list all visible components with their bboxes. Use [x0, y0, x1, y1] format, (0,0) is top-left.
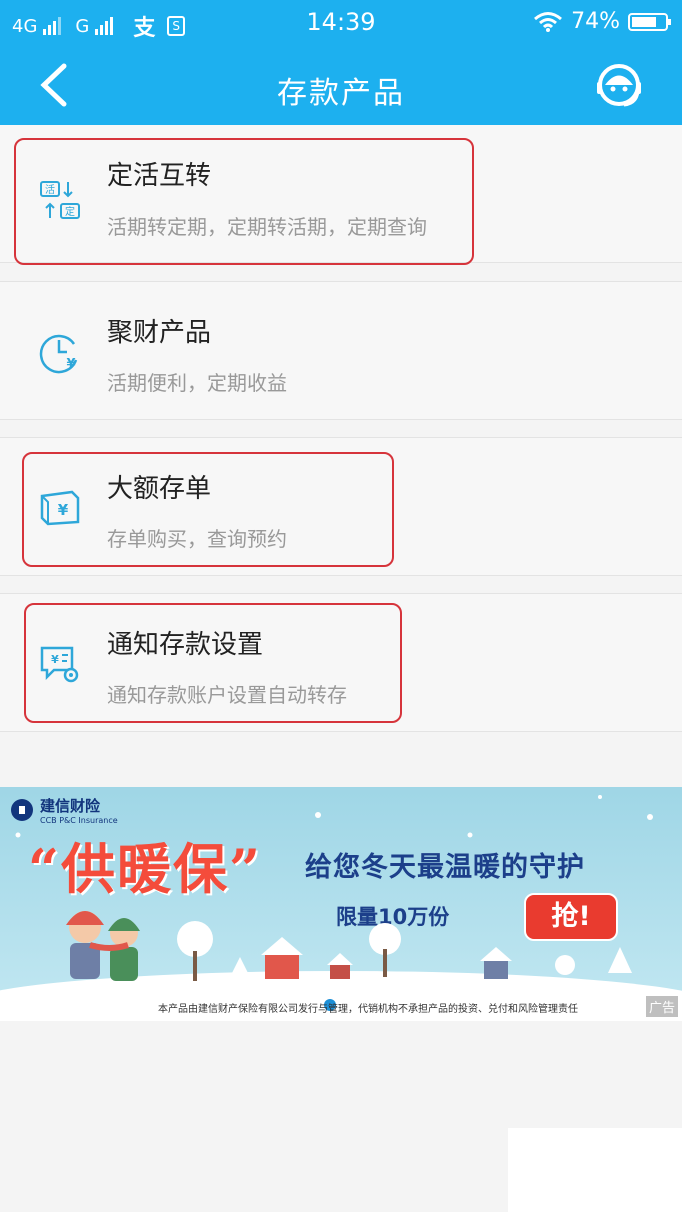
ad-tag: 广告	[645, 996, 678, 1017]
clock-yen-icon: ¥	[39, 334, 78, 374]
nav-bar: 存款产品	[0, 46, 682, 125]
highlight-box	[14, 138, 474, 265]
status-bar: 4G G 支 S 14:39 74%	[0, 0, 682, 46]
banner-disclaimer: 本产品由建信财产保险有限公司发行与管理，代销机构不承担产品的投资、兑付和风险管理…	[158, 1004, 578, 1015]
bottom-blank-area	[508, 1128, 682, 1212]
top-bar: 4G G 支 S 14:39 74% 存款产品	[0, 0, 682, 125]
item-subtitle: 活期便利，定期收益	[107, 371, 287, 395]
highlight-box	[22, 452, 394, 567]
winter-scene-illustration	[15, 795, 653, 981]
item-title: 聚财产品	[107, 318, 212, 348]
ad-banner[interactable]: 建信财险 CCB P&C Insurance “供暖保” 给您冬天最温暖的守护 …	[0, 787, 682, 1021]
highlight-box	[24, 603, 402, 723]
page-title: 存款产品	[277, 76, 405, 111]
battery-icon	[628, 12, 671, 31]
list-item-wealth-products[interactable]: ¥ 聚财产品 活期便利，定期收益	[0, 281, 682, 420]
customer-service-icon[interactable]	[594, 60, 644, 110]
wifi-icon	[534, 11, 563, 32]
svg-text:¥: ¥	[66, 357, 75, 372]
battery-percent: 74%	[571, 9, 620, 34]
